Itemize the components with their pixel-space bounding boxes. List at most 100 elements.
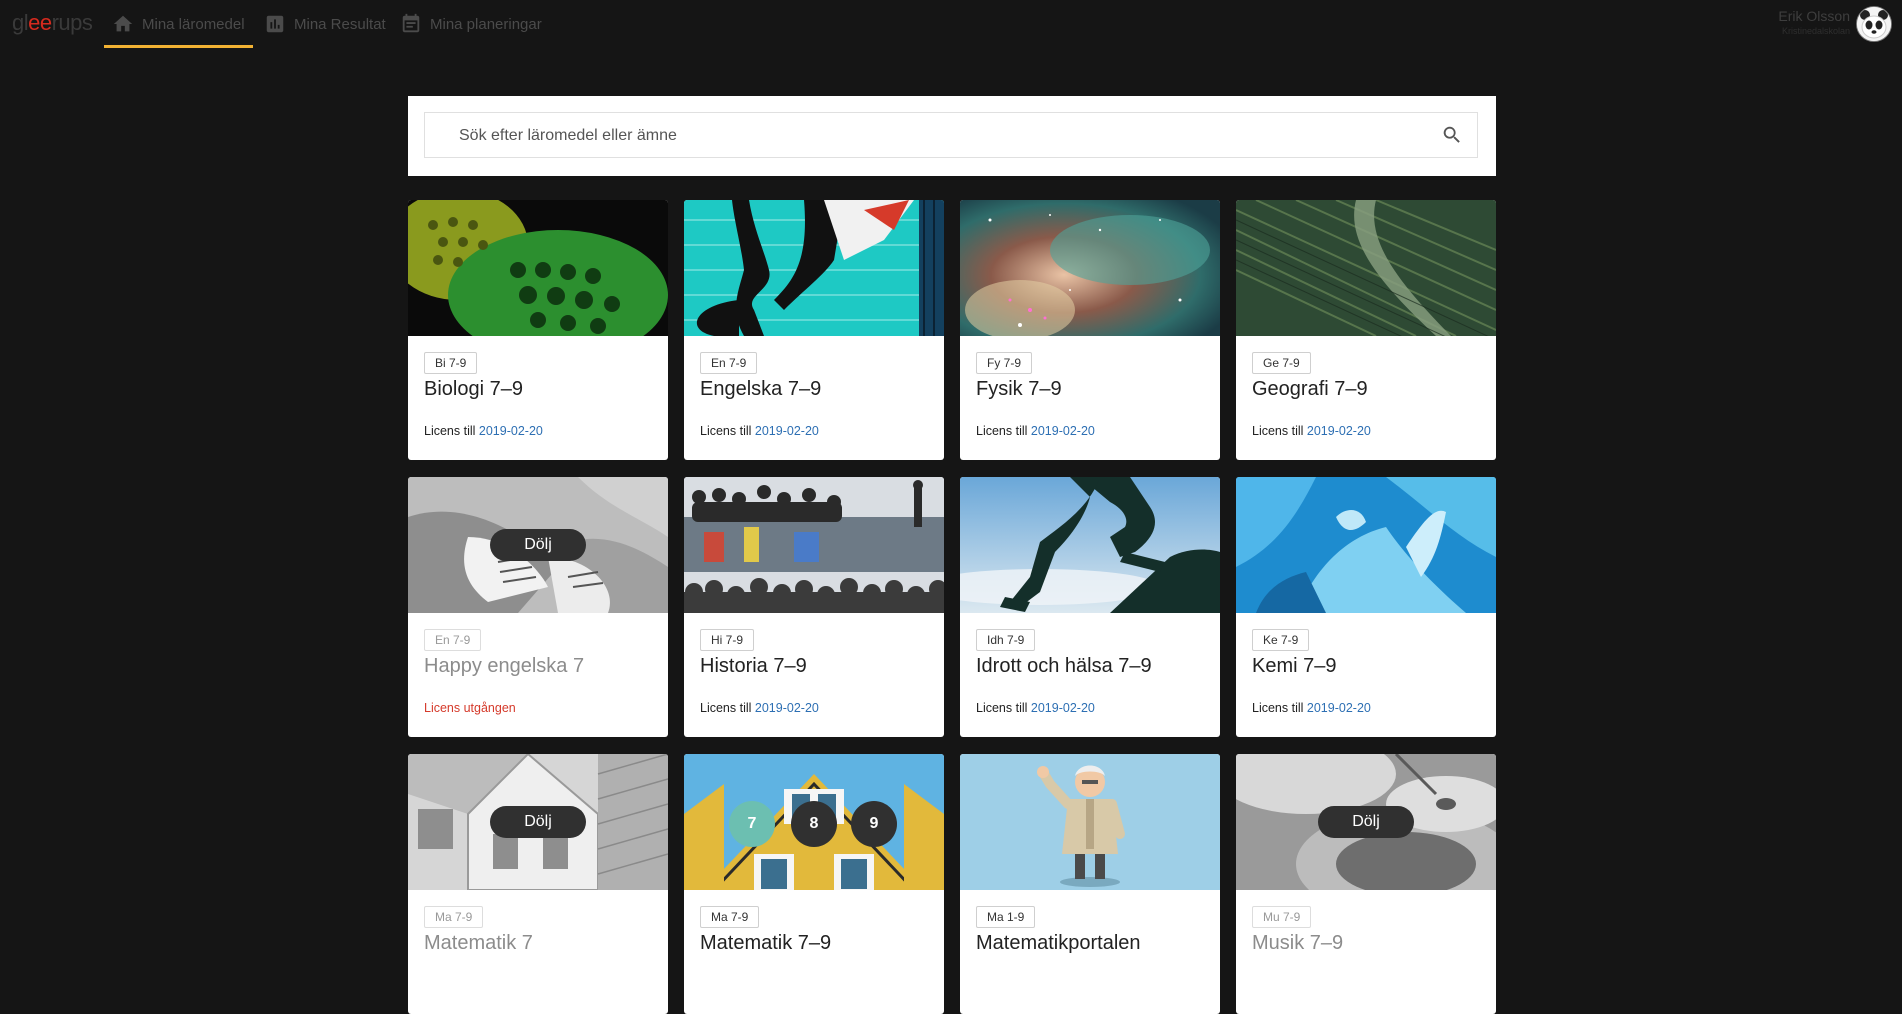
license-info: Licens till 2019-02-20 [1252, 424, 1371, 438]
card-body: Fy 7-9 Fysik 7–9 Licens till 2019-02-20 [960, 336, 1220, 460]
subject-tag: Ke 7-9 [1252, 629, 1310, 651]
license-prefix: Licens till [700, 424, 752, 438]
card-title: Matematik 7 [424, 932, 533, 954]
license-prefix: Licens till [424, 424, 476, 438]
grade-8-button[interactable]: 8 [791, 801, 837, 847]
user-name: Erik Olsson [1778, 8, 1850, 24]
course-card-matematikportalen[interactable]: Ma 1-9 Matematikportalen [960, 754, 1220, 1014]
card-title: Biologi 7–9 [424, 378, 523, 400]
license-date: 2019-02-20 [1306, 701, 1371, 715]
card-title: Engelska 7–9 [700, 378, 822, 400]
course-card-idrott[interactable]: Idh 7-9 Idrott och hälsa 7–9 Licens till… [960, 477, 1220, 737]
card-thumbnail [684, 200, 944, 336]
card-body: En 7-9 Happy engelska 7 Licens utgången [408, 613, 668, 737]
license-info: Licens till 2019-02-20 [424, 424, 543, 438]
calendar-icon [402, 13, 420, 33]
card-title: Geografi 7–9 [1252, 378, 1368, 400]
course-card-fysik[interactable]: Fy 7-9 Fysik 7–9 Licens till 2019-02-20 [960, 200, 1220, 460]
license-info: Licens till 2019-02-20 [976, 701, 1095, 715]
subject-tag: En 7-9 [424, 629, 482, 651]
card-body: Bi 7-9 Biologi 7–9 Licens till 2019-02-2… [408, 336, 668, 460]
card-thumbnail [1236, 477, 1496, 613]
card-thumbnail [684, 477, 944, 613]
course-card-kemi[interactable]: Ke 7-9 Kemi 7–9 Licens till 2019-02-20 [1236, 477, 1496, 737]
logo-part-2: ee [28, 10, 52, 35]
search-input[interactable] [425, 113, 1441, 159]
license-date: 2019-02-20 [754, 701, 819, 715]
card-title: Idrott och hälsa 7–9 [976, 655, 1152, 677]
course-card-musik[interactable]: Dölj Mu 7-9 Musik 7–9 [1236, 754, 1496, 1014]
user-info[interactable]: Erik Olsson Kristinedalskolan [1778, 8, 1850, 36]
grade-9-button[interactable]: 9 [851, 801, 897, 847]
hide-button[interactable]: Dölj [490, 529, 586, 561]
license-date: 2019-02-20 [754, 424, 819, 438]
subject-tag: Ma 1-9 [976, 906, 1036, 928]
course-card-matematik-7-9[interactable]: 7 8 9 Ma 7-9 Matematik 7–9 [684, 754, 944, 1014]
course-card-engelska[interactable]: En 7-9 Engelska 7–9 Licens till 2019-02-… [684, 200, 944, 460]
nav-label: Mina planeringar [430, 15, 542, 33]
hide-button[interactable]: Dölj [490, 806, 586, 838]
panda-avatar-icon [1857, 7, 1891, 41]
course-card-happy-engelska[interactable]: Dölj En 7-9 Happy engelska 7 Licens utgå… [408, 477, 668, 737]
license-prefix: Licens till [1252, 701, 1304, 715]
card-thumbnail [408, 200, 668, 336]
card-title: Matematikportalen [976, 932, 1141, 954]
subject-tag: Ma 7-9 [700, 906, 760, 928]
license-info: Licens till 2019-02-20 [700, 424, 819, 438]
card-thumbnail [960, 477, 1220, 613]
subject-tag: En 7-9 [700, 352, 758, 374]
card-body: Ma 1-9 Matematikportalen [960, 890, 1220, 1014]
card-body: En 7-9 Engelska 7–9 Licens till 2019-02-… [684, 336, 944, 460]
nav-mina-laromedel[interactable]: Mina läromedel [104, 0, 253, 48]
license-expired: Licens utgången [424, 701, 516, 715]
nav-label: Mina läromedel [142, 15, 245, 33]
subject-tag: Idh 7-9 [976, 629, 1036, 651]
bar-chart-icon [266, 15, 284, 33]
card-thumbnail: Dölj [408, 754, 668, 890]
card-title: Historia 7–9 [700, 655, 807, 677]
card-title: Kemi 7–9 [1252, 655, 1337, 677]
card-title: Happy engelska 7 [424, 655, 585, 677]
card-body: Idh 7-9 Idrott och hälsa 7–9 Licens till… [960, 613, 1220, 737]
card-body: Ma 7-9 Matematik 7 [408, 890, 668, 1014]
license-date: 2019-02-20 [478, 424, 543, 438]
subject-tag: Mu 7-9 [1252, 906, 1312, 928]
license-prefix: Licens till [1252, 424, 1304, 438]
course-card-biologi[interactable]: Bi 7-9 Biologi 7–9 Licens till 2019-02-2… [408, 200, 668, 460]
search-icon[interactable] [1441, 124, 1463, 146]
card-thumbnail [960, 200, 1220, 336]
subject-tag: Ma 7-9 [424, 906, 484, 928]
search-panel [408, 96, 1496, 176]
course-card-matematik-7[interactable]: Dölj Ma 7-9 Matematik 7 [408, 754, 668, 1014]
license-prefix: Licens till [700, 701, 752, 715]
license-prefix: Licens till [976, 424, 1028, 438]
card-thumbnail [960, 754, 1220, 890]
card-thumbnail: Dölj [408, 477, 668, 613]
course-card-historia[interactable]: Hi 7-9 Historia 7–9 Licens till 2019-02-… [684, 477, 944, 737]
card-thumbnail: 7 8 9 [684, 754, 944, 890]
course-card-geografi[interactable]: Ge 7-9 Geografi 7–9 Licens till 2019-02-… [1236, 200, 1496, 460]
logo-part-1: gl [12, 10, 29, 35]
gleerups-logo[interactable]: gleerups [12, 10, 93, 36]
nav-mina-planeringar[interactable]: Mina planeringar [400, 0, 542, 48]
card-title: Musik 7–9 [1252, 932, 1344, 954]
logo-part-3: rups [51, 10, 93, 35]
card-body: Hi 7-9 Historia 7–9 Licens till 2019-02-… [684, 613, 944, 737]
grade-7-button[interactable]: 7 [729, 801, 775, 847]
subject-tag: Fy 7-9 [976, 352, 1033, 374]
card-body: Ke 7-9 Kemi 7–9 Licens till 2019-02-20 [1236, 613, 1496, 737]
license-date: 2019-02-20 [1030, 424, 1095, 438]
license-date: 2019-02-20 [1030, 701, 1095, 715]
card-title: Fysik 7–9 [976, 378, 1062, 400]
card-body: Mu 7-9 Musik 7–9 [1236, 890, 1496, 1014]
license-date: 2019-02-20 [1306, 424, 1371, 438]
user-school: Kristinedalskolan [1781, 26, 1850, 36]
search-box [424, 112, 1478, 159]
home-icon [113, 15, 133, 32]
license-info: Licens till 2019-02-20 [976, 424, 1095, 438]
nav-mina-resultat[interactable]: Mina Resultat [264, 0, 386, 48]
avatar[interactable] [1856, 6, 1892, 42]
license-info: Licens till 2019-02-20 [1252, 701, 1371, 715]
top-navigation-bar: gleerups Mina läromedel Mina Resultat Mi… [0, 0, 1902, 48]
hide-button[interactable]: Dölj [1318, 806, 1414, 838]
